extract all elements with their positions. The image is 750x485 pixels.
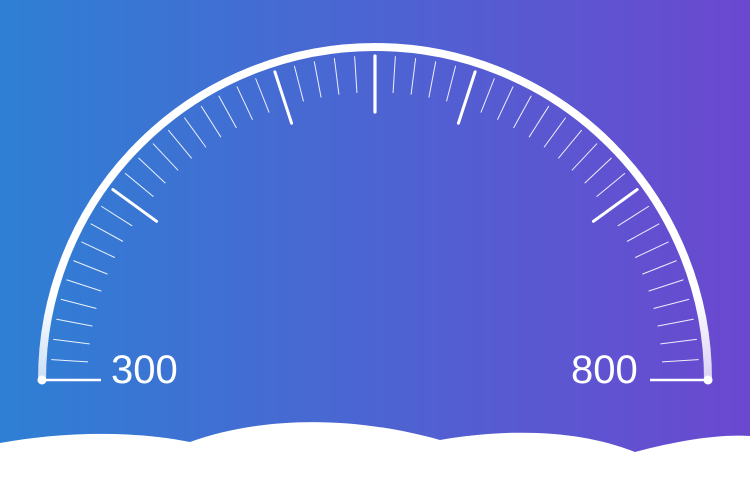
gauge-tick-minor (642, 260, 677, 275)
score-gauge: 300 800 (0, 43, 750, 485)
gauge-tick-minor (558, 129, 583, 159)
score-gauge-screen: 300 800 (0, 0, 750, 485)
gauge-tick-minor (90, 223, 124, 242)
gauge-tick-minor (446, 65, 457, 102)
gauge-tick-minor (528, 105, 550, 138)
gauge-tick-minor (480, 78, 495, 113)
gauge-tick-minor (653, 298, 690, 309)
gauge-tick-minor (255, 78, 270, 113)
gauge-tick-minor (497, 86, 514, 120)
gauge-tick-minor (138, 157, 166, 184)
gauge-tick-minor (596, 172, 626, 197)
gauge-tick-minor (626, 223, 660, 242)
gauge-tick-minor (333, 58, 340, 95)
gauge-tick-minor (184, 117, 207, 148)
min-value-label: 300 (111, 348, 178, 392)
gauge-tick-minor (124, 172, 154, 197)
gauge-tick-minor (167, 129, 192, 159)
gauge-tick-minor (66, 279, 102, 292)
gauge-tick-minor (571, 143, 598, 171)
gauge-tick-minor (152, 143, 179, 171)
gauge-tick-minor (660, 338, 697, 345)
gauge-tick-minor (56, 318, 93, 327)
max-value-label: 800 (571, 348, 638, 392)
min-endpoint-dot (37, 375, 47, 385)
gauge-tick-minor (51, 359, 89, 363)
cloud-footer (0, 422, 750, 485)
gauge-tick-minor (100, 205, 133, 227)
gauge-tick-minor (635, 241, 669, 258)
gauge-tick-minor (354, 56, 358, 94)
gauge-tick-minor (200, 105, 222, 138)
gauge-tick-minor (657, 318, 694, 327)
gauge-tick-minor (73, 260, 108, 275)
gauge-tick-minor (293, 65, 304, 102)
gauge-tick-minor (60, 298, 97, 309)
gauge-tick-minor (81, 241, 115, 258)
gauge-tick-minor (392, 56, 396, 94)
gauge-tick-minor (53, 338, 90, 345)
gauge-tick-minor (648, 279, 684, 292)
gauge-tick-minor (236, 86, 253, 120)
max-endpoint-dot (703, 375, 713, 385)
gauge-tick-minor (410, 58, 417, 95)
gauge-tick-major (456, 70, 477, 125)
gauge-tick-minor (313, 61, 322, 98)
gauge-tick-major (273, 70, 294, 125)
gauge-tick-minor (543, 117, 566, 148)
gauge-tick-minor (661, 359, 699, 363)
gauge-tick-minor (218, 95, 237, 129)
gauge-tick-minor (513, 95, 532, 129)
gauge-tick-minor (428, 61, 437, 98)
gauge-tick-minor (617, 205, 650, 227)
gauge-tick-minor (584, 157, 612, 184)
gauge-ticks (51, 54, 699, 363)
